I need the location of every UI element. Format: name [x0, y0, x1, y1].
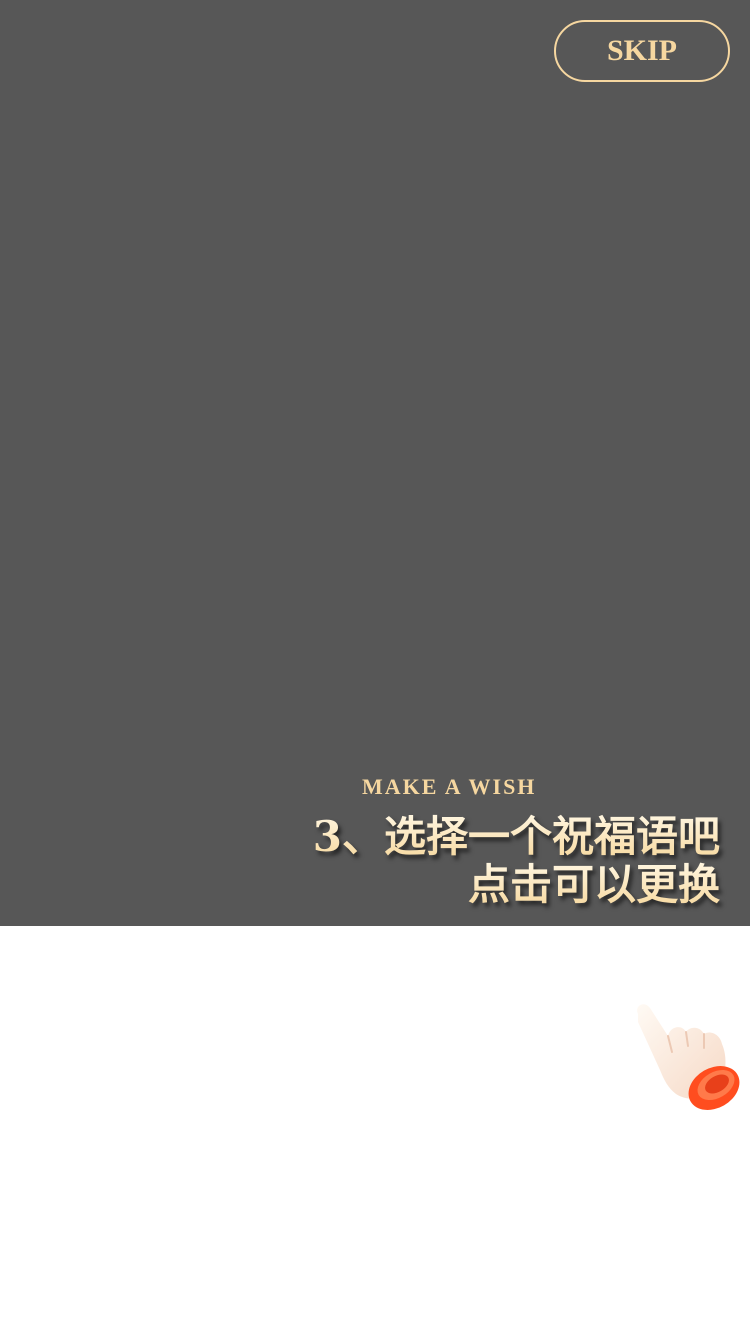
tip-instruction-line-1: 3、选择一个祝福语吧 — [312, 812, 720, 861]
tip-instruction-line-2: 点击可以更换 — [467, 860, 720, 909]
guide-overlay: SKIP MAKE A WISH 3、选择一个祝福语吧 点击可以更换 — [0, 0, 750, 926]
pointing-hand-icon — [624, 996, 744, 1116]
skip-button[interactable]: SKIP — [554, 20, 730, 82]
tip-subtitle: MAKE A WISH — [362, 774, 537, 799]
